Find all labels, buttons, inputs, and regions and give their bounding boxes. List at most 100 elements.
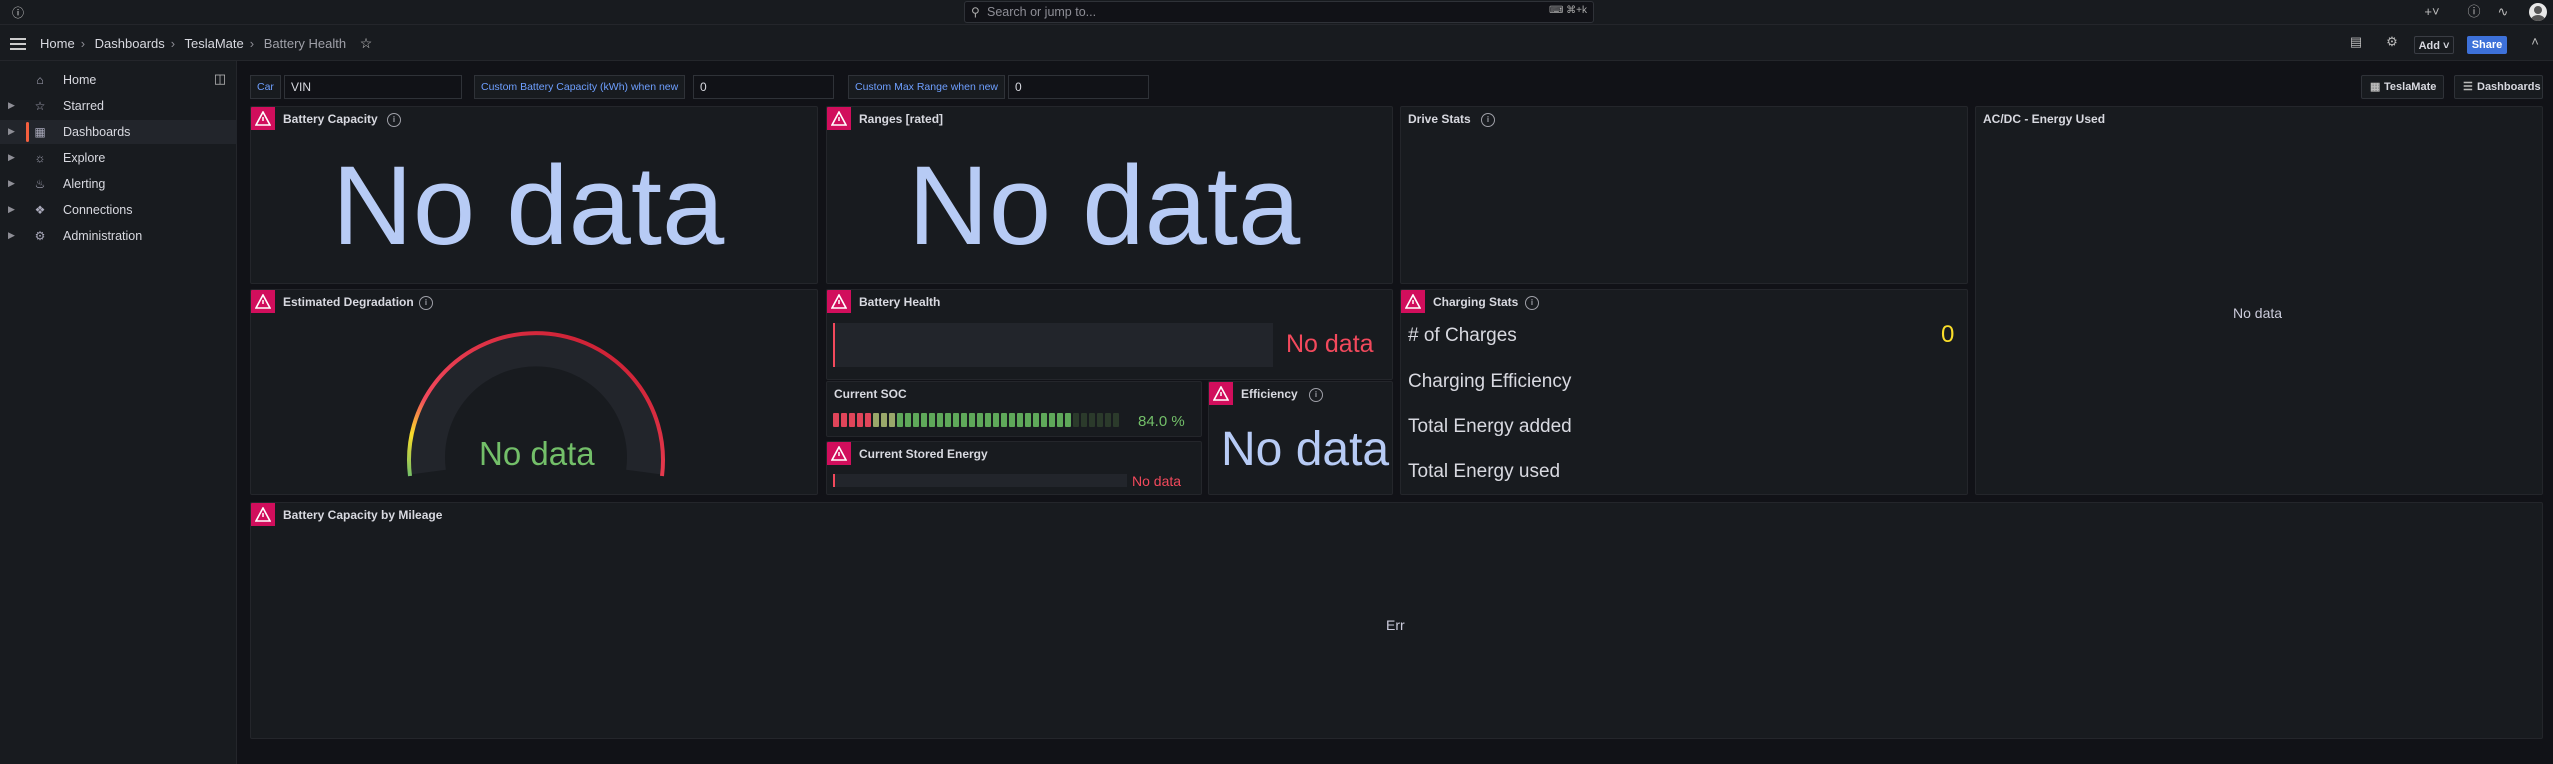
panel-title: AC/DC - Energy Used: [1983, 112, 2106, 126]
chevron-right-icon[interactable]: ▶: [8, 178, 15, 189]
search-icon: ⚲: [971, 5, 980, 19]
panel-title: Battery Health: [859, 295, 941, 309]
variable-car-label: Car: [250, 75, 281, 99]
soc-led-cell: [1113, 413, 1119, 427]
info-icon[interactable]: i: [1481, 113, 1495, 127]
settings-gear-icon[interactable]: ⚙: [2384, 34, 2400, 50]
dashboard-link-label: TeslaMate: [2384, 81, 2437, 93]
variable-max-range-label: Custom Max Range when new: [848, 75, 1005, 99]
dashboards-icon: ▦: [34, 125, 46, 139]
panel-estimated-degradation[interactable]: Estimated Degradation i No data: [250, 289, 818, 495]
chevron-right-icon[interactable]: ▶: [8, 204, 15, 215]
breadcrumb: Home › Dashboards › TeslaMate › Battery Hea…: [40, 35, 378, 53]
soc-led-cell: [1065, 413, 1071, 427]
soc-led-cell: [881, 413, 887, 427]
panel-charging-stats[interactable]: Charging Stats i # of Charges 0 Charging…: [1400, 289, 1968, 495]
panel-error-icon[interactable]: [251, 290, 275, 313]
stat-value: No data: [332, 143, 725, 268]
sidebar-item-connections[interactable]: ▶ ❖ Connections: [0, 198, 237, 222]
panel-error-icon[interactable]: [1209, 382, 1233, 405]
grafana-logo-icon[interactable]: ⓘ: [11, 4, 25, 20]
sidebar-item-label: Dashboards: [63, 125, 131, 139]
panel-title: Battery Capacity: [283, 112, 378, 126]
new-menu-icon[interactable]: +˅: [2419, 4, 2445, 20]
soc-led-cell: [1041, 413, 1047, 427]
soc-led-cell: [905, 413, 911, 427]
star-icon[interactable]: ☆: [360, 35, 373, 51]
sidebar-item-explore[interactable]: ▶ ☼ Explore: [0, 146, 237, 170]
sidebar-item-starred[interactable]: ▶ ☆ Starred: [0, 94, 237, 118]
panel-error-icon[interactable]: [1401, 290, 1425, 313]
sidebar-item-home[interactable]: ⌂ Home: [0, 68, 237, 92]
sidebar-item-dashboards[interactable]: ▶ ▦ Dashboards: [0, 120, 237, 144]
gear-icon: ⚙: [34, 229, 46, 243]
panel-error-icon[interactable]: [827, 442, 851, 465]
bar-gauge-value: No data: [1132, 473, 1182, 489]
variable-battery-capacity-label: Custom Battery Capacity (kWh) when new: [474, 75, 686, 99]
save-dashboard-icon[interactable]: ▤: [2348, 34, 2364, 50]
soc-led-cell: [961, 413, 967, 427]
soc-led-cell: [937, 413, 943, 427]
panel-error-icon[interactable]: [251, 107, 275, 130]
sidebar-item-administration[interactable]: ▶ ⚙ Administration: [0, 224, 237, 248]
chevron-right-icon[interactable]: ▶: [8, 100, 15, 111]
panel-battery-health[interactable]: Battery Health No data: [826, 289, 1393, 380]
sidebar-item-label: Connections: [63, 203, 133, 217]
stat-row-label: Total Energy added: [1408, 416, 1572, 437]
soc-led-cell: [849, 413, 855, 427]
soc-led-cell: [985, 413, 991, 427]
soc-value: 84.0 %: [1138, 413, 1185, 430]
user-avatar[interactable]: [2529, 3, 2547, 21]
variable-car-input[interactable]: VIN: [284, 75, 462, 99]
sidebar-item-label: Alerting: [63, 177, 106, 191]
chevron-right-icon[interactable]: ▶: [8, 230, 15, 241]
stat-row-label: Total Energy used: [1408, 461, 1561, 482]
home-icon: ⌂: [36, 73, 44, 87]
chevron-right-icon: ›: [80, 36, 86, 51]
add-button-label: Add: [2418, 40, 2440, 52]
soc-led-cell: [929, 413, 935, 427]
soc-led-cell: [953, 413, 959, 427]
panel-efficiency[interactable]: Efficiency i No data: [1208, 381, 1393, 495]
stat-row-label: # of Charges: [1408, 325, 1517, 346]
breadcrumb-home[interactable]: Home: [40, 36, 75, 51]
panel-error-icon[interactable]: [251, 503, 275, 526]
stat-value: No data: [1221, 423, 1390, 476]
menu-toggle-icon[interactable]: [10, 38, 26, 50]
search-bar[interactable]: ⚲ Search or jump to... ⌨ ⌘+k: [964, 1, 1594, 23]
dashboard-link-dashboards[interactable]: ☰ Dashboards: [2454, 75, 2543, 99]
add-button[interactable]: Add ˅: [2414, 36, 2454, 54]
soc-led-cell: [1009, 413, 1015, 427]
breadcrumb-teslamate[interactable]: TeslaMate: [185, 36, 244, 51]
info-icon[interactable]: i: [1525, 296, 1539, 310]
panel-error-icon[interactable]: [827, 107, 851, 130]
panel-current-stored-energy[interactable]: Current Stored Energy No data: [826, 441, 1202, 495]
info-icon[interactable]: i: [419, 296, 433, 310]
dashboard-link-teslamate[interactable]: ▦ TeslaMate: [2361, 75, 2444, 99]
info-icon[interactable]: i: [1309, 388, 1323, 402]
soc-led-cell: [993, 413, 999, 427]
collapse-chevron-icon[interactable]: ˄: [2527, 34, 2543, 50]
help-icon[interactable]: ⓘ: [2466, 4, 2482, 20]
shortcut-label: ⌘+k: [1566, 5, 1587, 16]
share-button[interactable]: Share: [2467, 36, 2507, 54]
soc-led-cell: [1049, 413, 1055, 427]
soc-led-cell: [889, 413, 895, 427]
chevron-right-icon[interactable]: ▶: [8, 126, 15, 137]
variable-battery-capacity-input[interactable]: 0: [693, 75, 834, 99]
breadcrumb-dashboards[interactable]: Dashboards: [95, 36, 165, 51]
panel-battery-capacity[interactable]: Battery Capacity i No data: [250, 106, 818, 284]
panel-acdc-energy-used[interactable]: AC/DC - Energy Used No data: [1975, 106, 2543, 495]
soc-led-cell: [873, 413, 879, 427]
panel-battery-capacity-by-mileage[interactable]: Battery Capacity by Mileage Err: [250, 502, 2543, 739]
panel-error-icon[interactable]: [827, 290, 851, 313]
info-icon[interactable]: i: [387, 113, 401, 127]
panel-current-soc[interactable]: Current SOC 84.0 %: [826, 381, 1202, 437]
news-icon[interactable]: ∿: [2495, 4, 2511, 20]
chevron-right-icon[interactable]: ▶: [8, 152, 15, 163]
soc-led-cell: [969, 413, 975, 427]
panel-drive-stats[interactable]: Drive Stats i: [1400, 106, 1968, 284]
variable-max-range-input[interactable]: 0: [1008, 75, 1149, 99]
panel-ranges-rated[interactable]: Ranges [rated] No data: [826, 106, 1393, 284]
sidebar-item-alerting[interactable]: ▶ ♨ Alerting: [0, 172, 237, 196]
